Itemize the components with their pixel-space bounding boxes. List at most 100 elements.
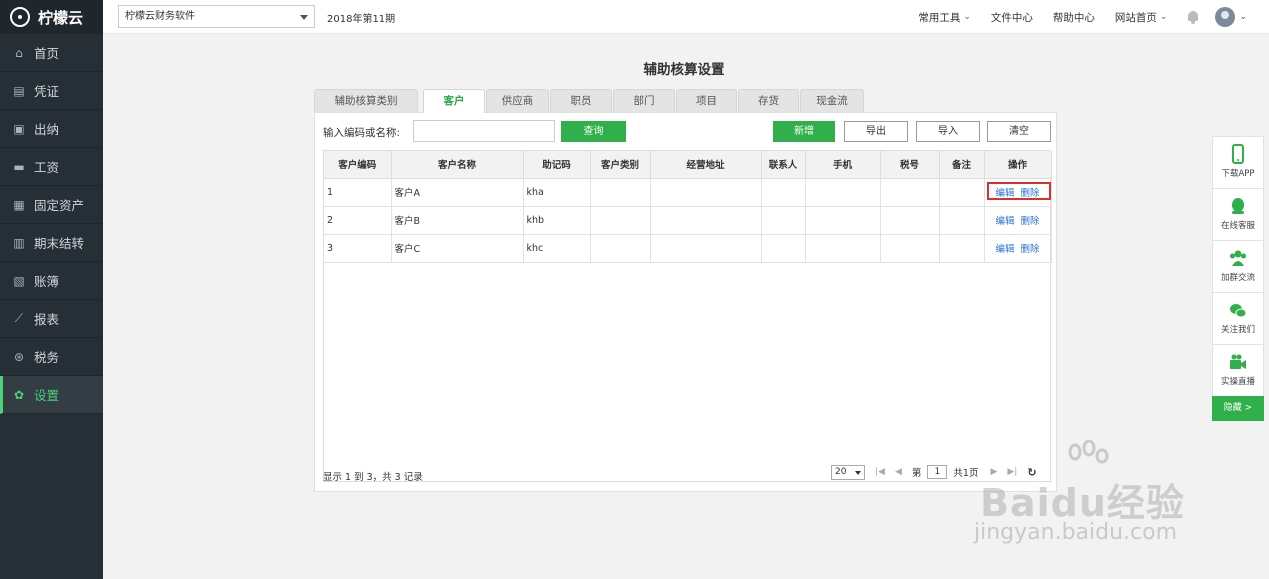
lemon-logo-icon [10,7,30,27]
cashier-icon: ▣ [13,121,25,136]
delete-link[interactable]: 删除 [1021,244,1040,255]
edit-link[interactable]: 编辑 [995,244,1014,255]
tab[interactable]: 现金流 [800,89,864,112]
voucher-icon: ▤ [13,83,25,98]
phone-icon [1232,144,1244,164]
service-icon [1232,198,1244,214]
column-header: 经营地址 [650,151,762,179]
prev-page-icon[interactable]: ◀ [895,467,902,477]
sidebar-item[interactable]: ⌂ 首页 [0,34,103,72]
column-header: 备注 [939,151,985,179]
watermark-main: Baidu经验 [980,481,1185,525]
app-logo[interactable]: 柠檬云 [0,0,103,34]
sidebar-item-label: 出纳 [34,122,60,137]
tab[interactable]: 项目 [676,89,737,112]
sidebar-item[interactable]: ▣ 出纳 [0,110,103,148]
baidu-watermark: Baidu经验 jingyan.baidu.com [972,440,1212,550]
clear-button[interactable]: 清空 [987,121,1051,142]
sidebar-item[interactable]: ⊛ 税务 [0,338,103,376]
wechat-icon [1230,304,1247,318]
avatar[interactable] [1215,7,1236,27]
table-cell [761,234,806,263]
download-app-button[interactable]: 下载APP [1212,136,1264,188]
table-cell [880,206,940,235]
tools-menu[interactable]: 常用工具 ⌄ [918,10,971,25]
chevron-down-icon[interactable]: ⌄ [1239,12,1247,22]
tab[interactable]: 辅助核算类别 [314,89,418,112]
filter-label: 输入编码或名称: [323,127,401,139]
highlight-box [987,182,1051,200]
sidebar: 柠檬云 ⌂ 首页 ▤ 凭证 ▣ 出纳 ▬ 工资 ▦ 固定资产 ▥ 期末结转 ▧ 账簿 ⟋ 报表 ⊛ 税务 ✿ 设置 [0,0,103,579]
table-row[interactable]: 3 客户C khc 编辑 删除 [324,234,1052,263]
sidebar-item[interactable]: ▧ 账簿 [0,262,103,300]
search-input[interactable] [413,120,555,142]
video-icon [1230,354,1246,369]
caret-down-icon [855,470,861,475]
online-service-label: 在线客服 [1220,221,1255,231]
table-cell [650,206,762,235]
help-center-link[interactable]: 帮助中心 [1053,10,1095,25]
delete-link[interactable]: 删除 [1021,216,1040,227]
file-center-link[interactable]: 文件中心 [991,10,1033,25]
sidebar-item-label: 期末结转 [34,236,85,251]
chevron-down-icon: ⌄ [1159,12,1168,22]
live-stream-button[interactable]: 实操直播 [1212,344,1264,396]
chevron-down-icon: ⌄ [963,12,971,22]
table-cell [590,178,651,207]
sidebar-item[interactable]: ▬ 工资 [0,148,103,186]
table-cell: 客户A [391,178,524,207]
sidebar-item-label: 税务 [34,350,60,365]
sidebar-item[interactable]: ▦ 固定资产 [0,186,103,224]
sidebar-item[interactable]: ▤ 凭证 [0,72,103,110]
table-row[interactable]: 2 客户B khb 编辑 删除 [324,206,1052,235]
top-links: 常用工具 ⌄ 文件中心 帮助中心 网站首页 ⌄ ⌄ [918,0,1269,34]
site-home-menu[interactable]: 网站首页 ⌄ [1115,10,1168,25]
tab[interactable]: 部门 [613,89,675,112]
sidebar-item-label: 设置 [34,388,60,403]
follow-us-button[interactable]: 关注我们 [1212,292,1264,344]
table-cell [761,178,806,207]
page-number-input[interactable]: 1 [927,465,948,479]
column-header: 客户名称 [391,151,524,179]
topbar: 柠檬云财务软件 2018年第11期 常用工具 ⌄ 文件中心 帮助中心 网站首页 … [103,0,1269,34]
column-header: 手机 [805,151,881,179]
row-actions: 编辑 删除 [984,234,1052,263]
hide-float-button[interactable]: 隐藏 > [1212,396,1264,421]
table-cell [939,206,985,235]
page-title: 辅助核算设置 [643,62,725,78]
download-app-label: 下载APP [1221,169,1255,179]
table-cell [761,206,806,235]
record-count: 显示 1 到 3，共 3 记录 [323,472,423,483]
table-row[interactable]: 1 客户A kha 编辑 删除 [324,178,1052,207]
sidebar-item[interactable]: ✿ 设置 [0,376,103,414]
first-page-icon[interactable]: |◀ [875,467,885,477]
table-cell: 客户B [391,206,524,235]
company-select-value: 柠檬云财务软件 [125,11,195,22]
bell-icon[interactable] [1187,10,1199,24]
table-cell [650,234,762,263]
tab[interactable]: 供应商 [486,89,549,112]
online-service-button[interactable]: 在线客服 [1212,188,1264,240]
import-button[interactable]: 导入 [916,121,980,142]
tools-menu-label: 常用工具 [918,11,961,24]
add-button[interactable]: 新增 [773,121,835,142]
tab[interactable]: 客户 [423,89,485,113]
edit-link[interactable]: 编辑 [995,216,1014,227]
company-select[interactable]: 柠檬云财务软件 [118,5,315,28]
sidebar-item[interactable]: ▥ 期末结转 [0,224,103,262]
caret-down-icon [300,15,308,20]
tab[interactable]: 存货 [738,89,799,112]
search-button[interactable]: 查询 [561,121,626,142]
join-group-button[interactable]: 加群交流 [1212,240,1264,292]
sidebar-item[interactable]: ⟋ 报表 [0,300,103,338]
table-cell [590,206,651,235]
column-header: 税号 [880,151,940,179]
export-button[interactable]: 导出 [844,121,908,142]
page-size-select[interactable]: 20 [831,464,865,480]
tax-icon: ⊛ [13,349,25,364]
column-header: 操作 [984,151,1052,179]
column-header: 客户编码 [324,151,392,179]
tab[interactable]: 职员 [550,89,612,112]
sidebar-item-label: 固定资产 [34,198,85,213]
help-center-label: 帮助中心 [1052,11,1095,24]
